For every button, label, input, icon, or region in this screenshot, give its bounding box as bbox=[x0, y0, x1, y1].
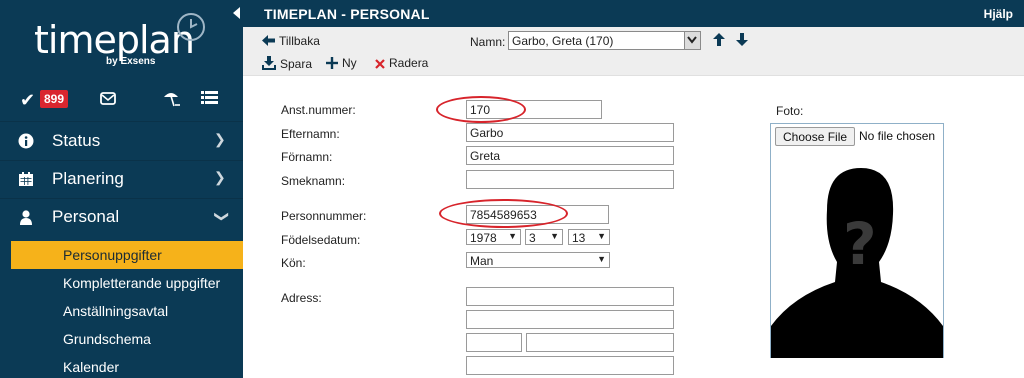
mail-icon[interactable] bbox=[100, 92, 116, 105]
timeplan-logo[interactable]: timeplan by Exsens bbox=[34, 13, 214, 74]
caret-down-icon: ▼ bbox=[508, 231, 517, 241]
employee-select[interactable]: Garbo, Greta (170) bbox=[508, 31, 701, 50]
page-title: TIMEPLAN - PERSONAL bbox=[264, 6, 430, 22]
task-count-badge[interactable]: 899 bbox=[40, 90, 69, 108]
unknown-person-silhouette-icon: ? bbox=[771, 168, 943, 358]
nav-label: Planering bbox=[52, 169, 124, 188]
new-button[interactable]: Ny bbox=[326, 56, 357, 70]
sub-item-personuppgifter[interactable]: Personuppgifter bbox=[11, 241, 243, 269]
caret-down-icon: ▼ bbox=[597, 254, 606, 264]
download-save-icon bbox=[262, 56, 276, 70]
adress-label: Adress: bbox=[281, 291, 322, 305]
toolbar: Tillbaka Namn: Garbo, Greta (170) Spara … bbox=[243, 27, 1024, 76]
nav-personal[interactable]: Personal ❯ bbox=[0, 198, 243, 236]
vacation-umbrella-icon[interactable] bbox=[162, 90, 182, 108]
kon-value: Man bbox=[470, 254, 494, 268]
arrow-left-icon bbox=[262, 35, 275, 46]
highlight-oval bbox=[439, 199, 568, 228]
postal-code-input[interactable] bbox=[466, 333, 522, 352]
back-button[interactable]: Tillbaka bbox=[262, 34, 320, 48]
arrow-up-icon[interactable] bbox=[713, 33, 725, 46]
adress-line-2[interactable] bbox=[466, 310, 674, 329]
choose-file-button[interactable]: Choose File bbox=[775, 127, 856, 146]
delete-label: Radera bbox=[389, 56, 429, 70]
personal-form: Anst.nummer: 170 Efternamn: Garbo Förnam… bbox=[243, 77, 1024, 378]
caret-down-icon: ▼ bbox=[597, 231, 606, 241]
smeknamn-input[interactable] bbox=[466, 170, 674, 189]
city-input[interactable] bbox=[526, 333, 674, 352]
sub-item-label: Grundschema bbox=[63, 331, 151, 347]
sub-item-kalender[interactable]: Kalender bbox=[11, 353, 243, 378]
nav-planering[interactable]: Planering ❯ bbox=[0, 160, 243, 198]
calendar-icon bbox=[19, 172, 33, 186]
highlight-oval bbox=[436, 96, 526, 123]
sidebar: timeplan by Exsens ✔ 899 Status ❯ Planer… bbox=[0, 0, 243, 378]
new-label: Ny bbox=[342, 56, 357, 70]
nav-label: Personal bbox=[52, 207, 120, 226]
svg-text:?: ? bbox=[843, 210, 877, 278]
chevron-right-icon: ❯ bbox=[214, 169, 226, 185]
photo-label: Foto: bbox=[776, 104, 804, 118]
logo-subtitle: by Exsens bbox=[106, 56, 156, 67]
help-link[interactable]: Hjälp bbox=[984, 7, 1013, 21]
anst-nummer-label: Anst.nummer: bbox=[281, 103, 356, 117]
fornamn-label: Förnamn: bbox=[281, 150, 333, 164]
birth-year-select[interactable]: 1978 ▼ bbox=[466, 229, 521, 245]
back-label: Tillbaka bbox=[279, 34, 320, 48]
name-label: Namn: bbox=[470, 35, 506, 49]
photo-panel: Choose File No file chosen ? bbox=[770, 123, 944, 358]
fornamn-input[interactable]: Greta bbox=[466, 146, 674, 165]
employee-select-value: Garbo, Greta (170) bbox=[512, 34, 614, 48]
save-label: Spara bbox=[280, 57, 313, 71]
checkmark-icon[interactable]: ✔ bbox=[20, 90, 35, 111]
chevron-down-icon: ❯ bbox=[214, 210, 231, 223]
save-button[interactable]: Spara bbox=[262, 56, 312, 71]
birth-month-value: 3 bbox=[529, 231, 536, 245]
fodelsedatum-label: Födelsedatum: bbox=[281, 233, 361, 247]
sub-item-label: Kalender bbox=[63, 359, 120, 375]
nav-status[interactable]: Status ❯ bbox=[0, 122, 243, 160]
quick-actions: ✔ 899 bbox=[0, 88, 243, 112]
kon-select[interactable]: Man ▼ bbox=[466, 252, 610, 268]
chevron-down-icon bbox=[687, 36, 697, 44]
birth-year-value: 1978 bbox=[470, 231, 497, 245]
clock-icon bbox=[177, 13, 205, 41]
header-bar: TIMEPLAN - PERSONAL Hjälp bbox=[243, 0, 1024, 27]
birth-day-select[interactable]: 13 ▼ bbox=[568, 229, 610, 245]
chevron-right-icon: ❯ bbox=[214, 131, 226, 147]
birth-month-select[interactable]: 3 ▼ bbox=[525, 229, 563, 245]
list-icon[interactable] bbox=[201, 91, 218, 105]
file-status: No file chosen bbox=[859, 129, 936, 143]
plus-icon bbox=[326, 57, 338, 69]
close-x-icon bbox=[375, 59, 385, 69]
kon-label: Kön: bbox=[281, 256, 306, 270]
sub-item-grundschema[interactable]: Grundschema bbox=[11, 325, 243, 353]
adress-line-3[interactable] bbox=[466, 356, 674, 375]
delete-button[interactable]: Radera bbox=[375, 56, 428, 70]
arrow-down-icon[interactable] bbox=[736, 33, 748, 46]
caret-down-icon: ▼ bbox=[550, 231, 559, 241]
smeknamn-label: Smeknamn: bbox=[281, 174, 346, 188]
adress-line-1[interactable] bbox=[466, 287, 674, 306]
sub-item-label: Kompletterande uppgifter bbox=[63, 275, 221, 291]
app-window: timeplan by Exsens ✔ 899 Status ❯ Planer… bbox=[0, 0, 1024, 378]
sub-item-label: Anställningsavtal bbox=[63, 303, 169, 319]
efternamn-input[interactable]: Garbo bbox=[466, 123, 674, 142]
dropdown-button[interactable] bbox=[684, 32, 700, 49]
efternamn-label: Efternamn: bbox=[281, 127, 340, 141]
sub-item-anstallningsavtal[interactable]: Anställningsavtal bbox=[11, 297, 243, 325]
sub-item-kompletterande[interactable]: Kompletterande uppgifter bbox=[11, 269, 243, 297]
birth-day-value: 13 bbox=[572, 231, 586, 245]
personnummer-label: Personnummer: bbox=[281, 209, 367, 223]
collapse-sidebar-icon[interactable] bbox=[232, 7, 242, 19]
nav-label: Status bbox=[52, 131, 101, 150]
sub-item-label: Personuppgifter bbox=[63, 247, 162, 263]
person-icon bbox=[20, 210, 32, 225]
info-icon bbox=[18, 133, 34, 149]
